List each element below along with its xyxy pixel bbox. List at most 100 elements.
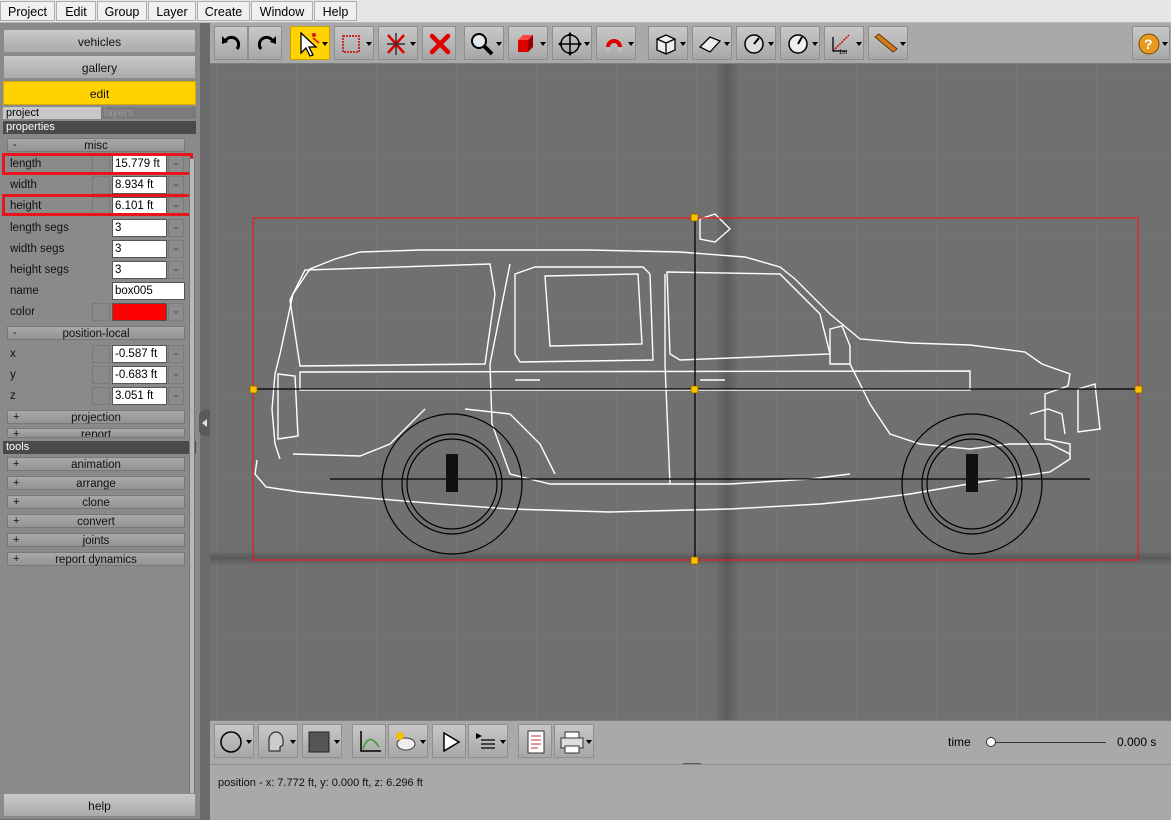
magnet-icon[interactable] bbox=[596, 26, 636, 60]
zoom-icon[interactable] bbox=[464, 26, 504, 60]
tool-joints[interactable]: + joints bbox=[7, 533, 185, 547]
delete-icon[interactable] bbox=[422, 26, 456, 60]
status-text: position - x: 7.772 ft, y: 0.000 ft, z: … bbox=[218, 777, 423, 789]
name-field[interactable]: box005 bbox=[112, 282, 185, 300]
menu-create[interactable]: Create bbox=[197, 1, 250, 21]
y-dropdown[interactable] bbox=[168, 366, 184, 384]
viewport-canvas[interactable] bbox=[210, 64, 1171, 720]
time-slider-track bbox=[986, 742, 1106, 743]
edit-button[interactable]: edit bbox=[3, 81, 196, 105]
compass-icon[interactable] bbox=[736, 26, 776, 60]
height-highlight bbox=[2, 194, 193, 216]
width-segs-dropdown[interactable] bbox=[168, 240, 184, 258]
selection-box-icon[interactable] bbox=[334, 26, 374, 60]
select-arrow-icon[interactable] bbox=[290, 26, 330, 60]
tab-project[interactable]: project bbox=[3, 107, 101, 119]
tab-layers[interactable]: layers bbox=[101, 107, 196, 119]
bottom-toolbar: time 0.000 s bbox=[210, 720, 1171, 765]
time-value: 0.000 s bbox=[1117, 735, 1157, 749]
tool-animation[interactable]: + animation bbox=[7, 457, 185, 471]
tool-clone[interactable]: + clone bbox=[7, 495, 185, 509]
3d-viewport[interactable] bbox=[210, 64, 1171, 720]
width-segs-label: width segs bbox=[10, 243, 65, 255]
measure-icon[interactable]: 1m bbox=[824, 26, 864, 60]
projection-label: projection bbox=[71, 412, 121, 424]
panel-scrollbar[interactable] bbox=[189, 158, 195, 810]
time-slider[interactable] bbox=[986, 736, 1106, 750]
camera-view-icon[interactable] bbox=[648, 26, 688, 60]
width-field[interactable]: 8.934 ft bbox=[112, 176, 167, 194]
expand-icon: + bbox=[13, 477, 20, 489]
height-segs-field[interactable]: 3 bbox=[112, 261, 167, 279]
color-key-button[interactable] bbox=[92, 303, 110, 321]
tool-report-dynamics[interactable]: + report dynamics bbox=[7, 552, 185, 566]
square-icon[interactable] bbox=[302, 724, 342, 758]
head-icon[interactable] bbox=[258, 724, 298, 758]
print-icon[interactable] bbox=[554, 724, 594, 758]
position-local-group-header[interactable]: - position-local bbox=[7, 326, 185, 340]
document-icon[interactable] bbox=[518, 724, 552, 758]
color-label: color bbox=[10, 306, 35, 318]
misc-group-header[interactable]: - misc bbox=[7, 138, 185, 152]
color-dropdown[interactable] bbox=[168, 303, 184, 321]
color-swatch-field[interactable] bbox=[112, 303, 167, 321]
tools-header: tools bbox=[3, 441, 196, 454]
panel-tabs: project layers bbox=[3, 107, 196, 119]
width-dropdown[interactable] bbox=[168, 176, 184, 194]
menu-window[interactable]: Window bbox=[251, 1, 313, 21]
width-key-button[interactable] bbox=[92, 176, 110, 194]
circle-icon[interactable] bbox=[214, 724, 254, 758]
box-icon[interactable] bbox=[508, 26, 548, 60]
menu-group[interactable]: Group bbox=[97, 1, 147, 21]
report-group-header[interactable]: + report bbox=[7, 428, 185, 438]
render-icon[interactable] bbox=[388, 724, 428, 758]
vehicles-button[interactable]: vehicles bbox=[3, 29, 196, 53]
tool-convert[interactable]: + convert bbox=[7, 514, 185, 528]
help-button[interactable]: help bbox=[3, 793, 196, 817]
length-segs-dropdown[interactable] bbox=[168, 219, 184, 237]
tool-arrange[interactable]: + arrange bbox=[7, 476, 185, 490]
play-icon[interactable] bbox=[432, 724, 466, 758]
expand-icon: + bbox=[13, 458, 20, 470]
z-label: z bbox=[10, 390, 16, 402]
x-field[interactable]: -0.587 ft bbox=[112, 345, 167, 363]
z-dropdown[interactable] bbox=[168, 387, 184, 405]
move-icon[interactable] bbox=[552, 26, 592, 60]
y-label: y bbox=[10, 369, 16, 381]
projection-group-header[interactable]: + projection bbox=[7, 410, 185, 424]
main-toolbar: 1m ? bbox=[210, 23, 1171, 64]
tool-clone-label: clone bbox=[82, 497, 110, 509]
time-slider-thumb[interactable] bbox=[986, 737, 996, 747]
length-segs-label: length segs bbox=[10, 222, 69, 234]
transform-off-icon[interactable] bbox=[378, 26, 418, 60]
z-field[interactable]: 3.051 ft bbox=[112, 387, 167, 405]
length-segs-field[interactable]: 3 bbox=[112, 219, 167, 237]
tool-joints-label: joints bbox=[82, 535, 110, 547]
height-segs-dropdown[interactable] bbox=[168, 261, 184, 279]
redo-icon[interactable] bbox=[248, 26, 282, 60]
expand-icon: + bbox=[13, 411, 20, 423]
position-local-label: position-local bbox=[62, 328, 130, 340]
help-icon[interactable]: ? bbox=[1132, 26, 1170, 60]
tool-animation-label: animation bbox=[71, 459, 121, 471]
playlist-icon[interactable] bbox=[468, 724, 508, 758]
z-key-button[interactable] bbox=[92, 387, 110, 405]
menu-bar: Project Edit Group Layer Create Window H… bbox=[0, 0, 1171, 23]
tool-arrange-label: arrange bbox=[76, 478, 116, 490]
gallery-button[interactable]: gallery bbox=[3, 55, 196, 79]
y-key-button[interactable] bbox=[92, 366, 110, 384]
menu-edit[interactable]: Edit bbox=[56, 1, 96, 21]
menu-layer[interactable]: Layer bbox=[148, 1, 196, 21]
y-field[interactable]: -0.683 ft bbox=[112, 366, 167, 384]
rotate-icon[interactable] bbox=[780, 26, 820, 60]
width-segs-field[interactable]: 3 bbox=[112, 240, 167, 258]
x-dropdown[interactable] bbox=[168, 345, 184, 363]
graph-icon[interactable] bbox=[352, 724, 386, 758]
x-key-button[interactable] bbox=[92, 345, 110, 363]
camera-orbit-icon[interactable] bbox=[692, 26, 732, 60]
undo-icon[interactable] bbox=[214, 26, 248, 60]
menu-help[interactable]: Help bbox=[314, 1, 357, 21]
menu-project[interactable]: Project bbox=[0, 1, 55, 21]
pencil-icon[interactable] bbox=[868, 26, 908, 60]
misc-group-label: misc bbox=[84, 140, 108, 152]
